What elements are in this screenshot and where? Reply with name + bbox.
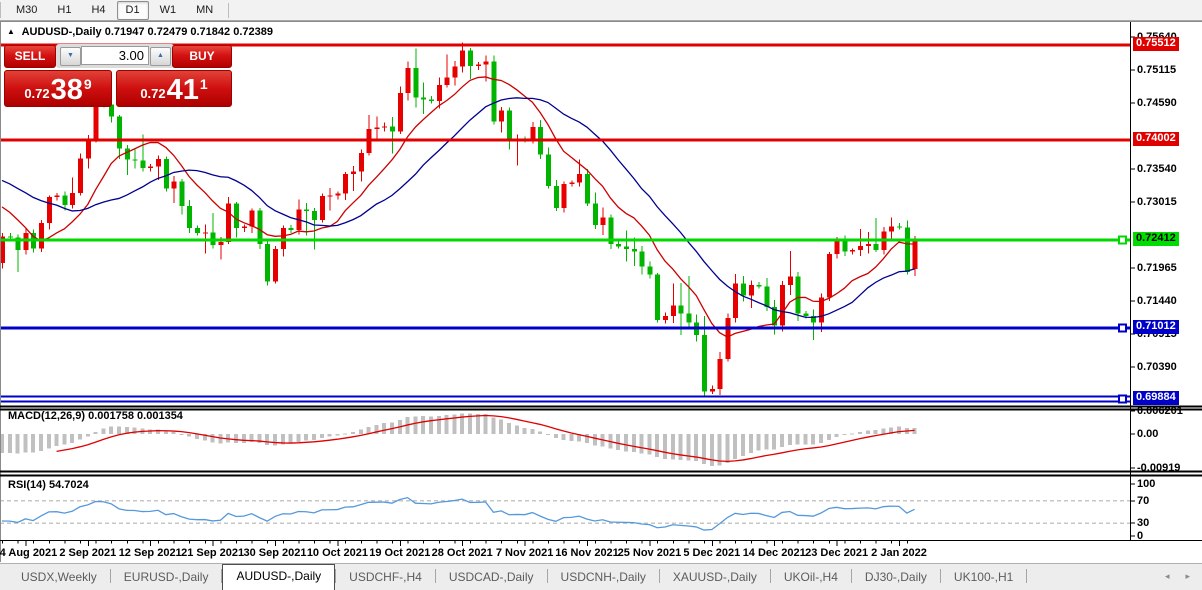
tab-xauusd-daily[interactable]: XAUUSD-,Daily (660, 566, 770, 590)
date-axis-label: 30 Sep 2021 (243, 547, 307, 559)
tabs-holder: USDX,Weekly EURUSD-,Daily AUDUSD-,Daily USD… (8, 564, 1028, 590)
rsi-axis-tick: 70 (1137, 494, 1150, 507)
price-axis-tick: 0.74590 (1137, 97, 1177, 110)
volume-input[interactable]: 3.00 (81, 46, 149, 65)
timeframe-button-h4[interactable]: H4 (82, 1, 114, 20)
chart-tab-bar: USDX,Weekly EURUSD-,Daily AUDUSD-,Daily USD… (0, 563, 1202, 590)
macd-panel-label: MACD(12,26,9) 0.001758 0.001354 (8, 410, 183, 422)
buy-price-pipette: 1 (199, 76, 208, 92)
rsi-panel-label: RSI(14) 54.7024 (8, 479, 89, 491)
tab-usdcnh-daily[interactable]: USDCNH-,Daily (548, 566, 659, 590)
toolbar-clipped-button (0, 2, 3, 18)
price-axis-badge: 0.72412 (1133, 232, 1179, 246)
price-axis-tick: 0.71965 (1137, 262, 1177, 275)
price-axis-tick: 0.75115 (1137, 64, 1177, 77)
macd-value-signal: 0.001354 (137, 410, 183, 422)
timeframe-button-h1[interactable]: H1 (48, 1, 80, 20)
buy-price-prefix: 0.72 (140, 86, 166, 101)
price-axis-badge: 0.75512 (1133, 37, 1179, 52)
tab-eurusd-daily[interactable]: EURUSD-,Daily (111, 566, 222, 590)
date-axis-label: 12 Sep 2021 (118, 547, 182, 559)
date-axis-label: 2 Jan 2022 (871, 547, 927, 559)
price-axis-tick: 0.71440 (1137, 295, 1177, 308)
sell-price-pips: 38 (50, 74, 83, 106)
date-axis-label: 7 Nov 2021 (495, 547, 554, 559)
date-axis-label: 28 Oct 2021 (431, 547, 493, 559)
date-axis-label: 24 Aug 2021 (0, 547, 58, 559)
tab-ukoil-h4[interactable]: UKOil-,H4 (771, 566, 851, 590)
buy-button[interactable]: BUY (172, 45, 232, 68)
chart-symbol-label: AUDUSD-,Daily (21, 26, 102, 38)
ohlc-open: 0.71947 (104, 26, 145, 38)
price-axis-tick: 0.70390 (1137, 361, 1177, 374)
toolbar-divider (228, 2, 230, 18)
ohlc-low: 0.71842 (190, 26, 231, 38)
date-axis-label: 10 Oct 2021 (306, 547, 368, 559)
price-axis-badge: 0.74002 (1133, 132, 1179, 147)
buy-price-button[interactable]: 0.72 41 1 (116, 70, 232, 107)
date-axis-label: 2 Sep 2021 (59, 547, 117, 559)
tab-usdchf-h4[interactable]: USDCHF-,H4 (336, 566, 435, 590)
macd-axis-tick: -0.00919 (1137, 462, 1181, 474)
sell-price-button[interactable]: 0.72 38 9 (4, 70, 112, 107)
date-axis-label: 16 Nov 2021 (555, 547, 619, 559)
date-axis-label: 25 Nov 2021 (617, 547, 682, 559)
buy-price-pips: 41 (166, 74, 199, 106)
tab-scroll-right-icon[interactable]: ▸ (1185, 571, 1190, 582)
tab-uk100-h1[interactable]: UK100-,H1 (941, 566, 1026, 590)
macd-axis-tick: 0.006201 (1137, 405, 1183, 418)
timeframe-button-w1[interactable]: W1 (151, 1, 186, 20)
macd-value-main: 0.001758 (88, 410, 134, 422)
date-axis-label: 19 Oct 2021 (369, 547, 431, 559)
timeframe-buttons: M30 H1 H4 D1 W1 MN (7, 0, 222, 20)
date-axis-label: 23 Dec 2021 (805, 547, 869, 559)
rsi-value: 54.7024 (48, 479, 89, 491)
tab-scroll-left-icon[interactable]: ◂ (1165, 571, 1170, 582)
price-axis-badge: 0.71012 (1133, 320, 1179, 334)
sell-price-pipette: 9 (83, 76, 92, 92)
collapse-up-icon[interactable]: ▲ (7, 27, 15, 36)
tab-dj30-daily[interactable]: DJ30-,Daily (852, 566, 940, 590)
tab-usdcad-daily[interactable]: USDCAD-,Daily (436, 566, 547, 590)
rsi-axis-tick: 0 (1137, 530, 1144, 542)
rsi-axis-tick: 100 (1137, 478, 1156, 490)
rsi-name: RSI(14) (8, 479, 46, 491)
timeframe-button-d1[interactable]: D1 (116, 0, 149, 20)
chart-title: ▲ AUDUSD-,Daily 0.71947 0.72479 0.71842 … (7, 26, 273, 38)
sell-button[interactable]: SELL (4, 45, 56, 68)
tab-audusd-daily[interactable]: AUDUSD-,Daily (222, 564, 336, 590)
ohlc-close: 0.72389 (233, 26, 273, 38)
price-axis-tick: 0.73540 (1137, 163, 1177, 176)
tab-separator (1026, 569, 1028, 583)
one-click-trade-panel: SELL ▼ 3.00 ▲ BUY 0.72 38 9 0.72 41 1 (4, 44, 232, 107)
tab-usdx-weekly[interactable]: USDX,Weekly (8, 566, 110, 590)
timeframe-button-m30[interactable]: M30 (7, 1, 46, 20)
price-axis-tick: 0.73015 (1137, 196, 1177, 209)
ohlc-high: 0.72479 (147, 26, 188, 38)
rsi-axis-tick: 30 (1137, 517, 1150, 530)
date-axis-label: 14 Dec 2021 (742, 547, 806, 559)
macd-name: MACD(12,26,9) (8, 410, 86, 422)
volume-increase-icon[interactable]: ▲ (150, 47, 171, 66)
tab-scroll-arrows: ◂ ▸ (1165, 571, 1190, 582)
volume-decrease-icon[interactable]: ▼ (60, 47, 81, 66)
date-axis-label: 5 Dec 2021 (683, 547, 741, 559)
price-axis-badge: 0.69884 (1133, 390, 1179, 405)
timeframe-button-mn[interactable]: MN (187, 1, 222, 20)
timeframe-toolbar: M30 H1 H4 D1 W1 MN (0, 0, 1202, 21)
date-axis-label: 21 Sep 2021 (181, 547, 245, 559)
macd-axis-tick: 0.00 (1137, 428, 1159, 440)
sell-price-prefix: 0.72 (24, 86, 50, 101)
